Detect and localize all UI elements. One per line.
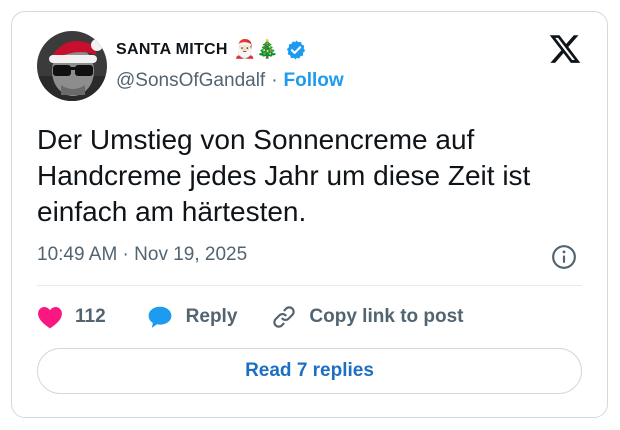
author-emojis: 🎅🏻🎄	[233, 39, 279, 60]
read-replies-label: Read 7 replies	[245, 360, 374, 381]
avatar-image	[37, 31, 107, 101]
divider	[37, 285, 582, 286]
tweet-text: Der Umstieg von Sonnencreme auf Handcrem…	[37, 124, 531, 227]
copy-link-label: Copy link to post	[309, 306, 464, 327]
avatar[interactable]	[37, 31, 107, 101]
heart-icon	[38, 307, 62, 329]
copy-link-button[interactable]: Copy link to post	[271, 304, 464, 330]
speech-bubble-icon	[148, 306, 172, 328]
read-replies-button[interactable]: Read 7 replies	[37, 348, 582, 394]
follow-button[interactable]: Follow	[284, 70, 344, 92]
like-button[interactable]: 112	[37, 305, 106, 329]
reply-button[interactable]: Reply	[146, 304, 238, 330]
tweet-timestamp[interactable]: 10:49 AM · Nov 19, 2025	[37, 244, 247, 266]
verified-badge-icon	[286, 40, 305, 60]
author-handle[interactable]: @SonsOfGandalf	[116, 70, 265, 92]
x-logo-icon[interactable]	[548, 32, 582, 66]
tweet-card: SANTA MITCH 🎅🏻🎄 @SonsOfGandalf · Follow …	[11, 11, 608, 418]
like-count: 112	[75, 306, 106, 327]
info-icon[interactable]	[551, 244, 577, 270]
author-handle-row: @SonsOfGandalf · Follow	[116, 70, 344, 92]
author-display-name[interactable]: SANTA MITCH	[116, 41, 228, 59]
handle-separator: ·	[271, 70, 278, 91]
action-bar: 112 Reply Copy link to post	[37, 302, 464, 332]
link-icon	[273, 306, 296, 328]
author-name-row: SANTA MITCH 🎅🏻🎄	[116, 36, 307, 64]
reply-label: Reply	[185, 306, 238, 327]
